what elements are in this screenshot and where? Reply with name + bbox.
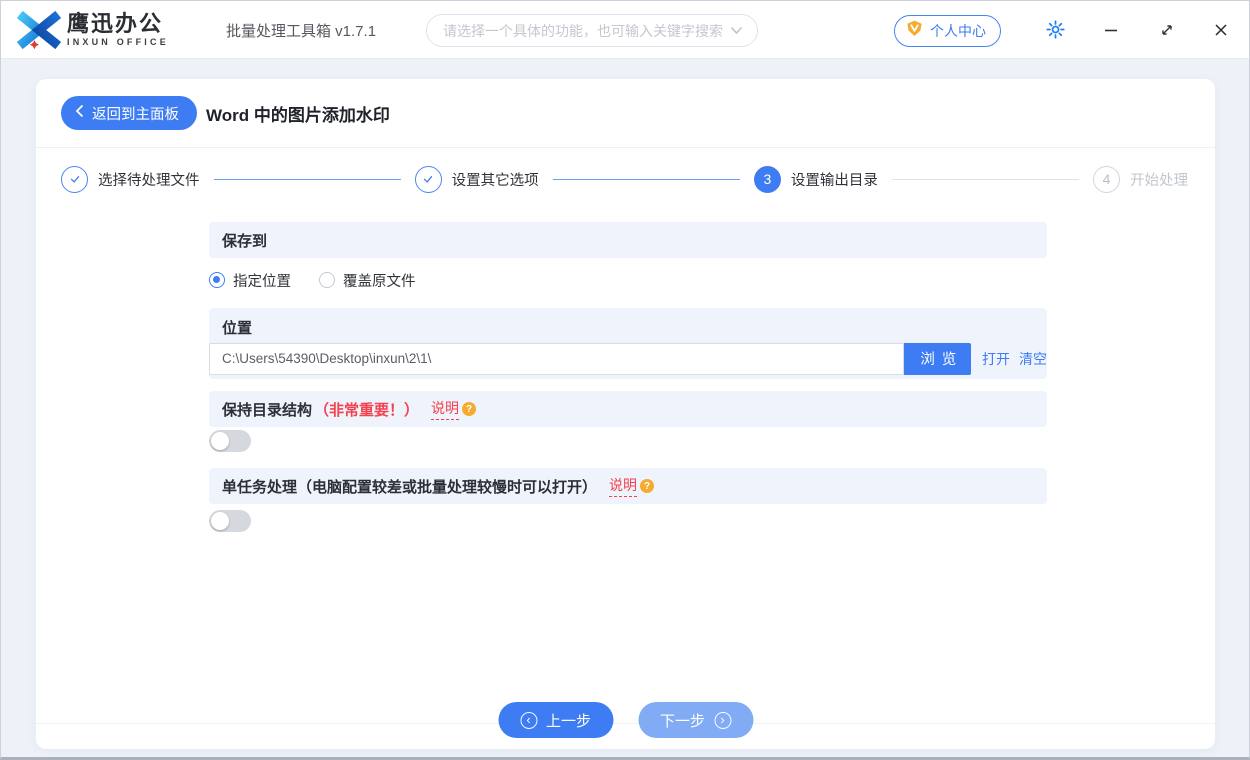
next-step-button[interactable]: 下一步 › bbox=[638, 702, 754, 738]
logo-icon bbox=[17, 8, 61, 52]
step-number: 4 bbox=[1093, 165, 1121, 193]
step-label: 设置输出目录 bbox=[790, 172, 878, 189]
prev-step-label: 上一步 bbox=[545, 712, 591, 730]
brand: 鹰迅办公 INXUN OFFICE bbox=[17, 8, 169, 52]
step-number: 3 bbox=[753, 165, 781, 193]
step-connector bbox=[552, 178, 740, 180]
page-title: Word 中的图片添加水印 bbox=[206, 105, 390, 125]
back-button[interactable]: 返回到主面板 bbox=[61, 96, 197, 130]
step-label: 设置其它选项 bbox=[451, 172, 539, 189]
location-section: 位置 浏览 打开 清空 bbox=[209, 308, 1047, 379]
user-center-button[interactable]: 个人中心 bbox=[894, 15, 1001, 47]
radio-label: 覆盖原文件 bbox=[343, 273, 416, 290]
single-task-help-link[interactable]: 说明 bbox=[609, 475, 638, 497]
user-center-label: 个人中心 bbox=[930, 23, 986, 39]
location-section-header: 位置 bbox=[222, 319, 253, 337]
maximize-icon bbox=[1159, 22, 1175, 41]
back-button-label: 返回到主面板 bbox=[92, 106, 179, 123]
keep-structure-help-link[interactable]: 说明 bbox=[431, 398, 460, 420]
open-folder-link[interactable]: 打开 bbox=[982, 349, 1010, 369]
minimize-icon bbox=[1103, 22, 1119, 41]
radio-specified-location[interactable]: 指定位置 bbox=[209, 270, 291, 291]
save-to-options: 指定位置 覆盖原文件 bbox=[209, 258, 1047, 302]
brand-name: 鹰迅办公 bbox=[67, 11, 164, 36]
footer-buttons: ‹ 上一步 下一步 › bbox=[497, 702, 754, 738]
output-path-input[interactable] bbox=[209, 342, 904, 375]
function-select[interactable]: 请选择一个具体的功能，也可输入关键字搜索！ bbox=[426, 14, 758, 47]
step-indicator: 选择待处理文件 设置其它选项 3 设置输出目录 4 开始处理 bbox=[36, 148, 1215, 210]
step-other-options: 设置其它选项 bbox=[414, 165, 539, 193]
toggle-knob bbox=[211, 512, 229, 530]
main-panel: 返回到主面板 Word 中的图片添加水印 选择待处理文件 设置其它选项 3 设置… bbox=[36, 79, 1215, 749]
toggle-knob bbox=[211, 432, 229, 450]
save-to-section-header: 保存到 bbox=[209, 222, 1047, 258]
app-window: 鹰迅办公 INXUN OFFICE 批量处理工具箱 v1.7.1 请选择一个具体… bbox=[0, 0, 1250, 760]
radio-selected-icon[interactable] bbox=[209, 272, 225, 288]
prev-step-button[interactable]: ‹ 上一步 bbox=[497, 702, 613, 738]
titlebar: 鹰迅办公 INXUN OFFICE 批量处理工具箱 v1.7.1 请选择一个具体… bbox=[1, 1, 1249, 59]
step-label: 选择待处理文件 bbox=[98, 172, 200, 189]
keep-structure-warning: （非常重要！） bbox=[314, 401, 420, 419]
step-done-check-icon bbox=[61, 165, 88, 193]
location-input-row: 浏览 打开 清空 bbox=[209, 342, 1047, 375]
maximize-button[interactable] bbox=[1154, 18, 1180, 44]
close-icon bbox=[1213, 22, 1229, 41]
radio-unselected-icon[interactable] bbox=[319, 272, 335, 288]
question-badge-icon[interactable]: ? bbox=[640, 479, 655, 493]
chevron-down-icon bbox=[724, 22, 743, 40]
single-task-toggle-row bbox=[209, 504, 1047, 532]
close-button[interactable] bbox=[1208, 18, 1234, 44]
keep-structure-title: 保持目录结构 bbox=[222, 401, 313, 419]
keep-structure-section-header: 保持目录结构 （非常重要！） 说明 ? bbox=[209, 391, 1047, 427]
app-title: 批量处理工具箱 v1.7.1 bbox=[226, 22, 377, 40]
step-select-files: 选择待处理文件 bbox=[61, 165, 200, 193]
next-step-label: 下一步 bbox=[660, 712, 706, 730]
clear-path-link[interactable]: 清空 bbox=[1019, 349, 1047, 369]
radio-overwrite-original[interactable]: 覆盖原文件 bbox=[319, 270, 416, 291]
radio-label: 指定位置 bbox=[233, 273, 291, 290]
single-task-title: 单任务处理（电脑配置较差或批量处理较慢时可以打开） bbox=[222, 478, 598, 496]
browse-button[interactable]: 浏览 bbox=[903, 342, 971, 375]
panel-header: 返回到主面板 Word 中的图片添加水印 bbox=[36, 79, 1215, 148]
chevron-left-icon bbox=[75, 104, 84, 122]
keep-structure-toggle-row bbox=[209, 427, 1047, 468]
step-connector bbox=[213, 178, 401, 180]
vip-badge-icon bbox=[905, 19, 924, 43]
minimize-button[interactable] bbox=[1098, 18, 1124, 44]
chevron-left-circle-icon: ‹ bbox=[519, 711, 537, 729]
function-select-placeholder: 请选择一个具体的功能，也可输入关键字搜索！ bbox=[443, 22, 724, 39]
step-done-check-icon bbox=[414, 165, 442, 193]
question-badge-icon[interactable]: ? bbox=[462, 402, 477, 416]
gear-icon bbox=[1045, 19, 1066, 43]
form-content: 保存到 指定位置 覆盖原文件 位置 浏览 打开 清空 bbox=[36, 210, 1215, 532]
step-label: 开始处理 bbox=[1130, 172, 1189, 189]
single-task-toggle[interactable] bbox=[209, 510, 251, 532]
step-connector bbox=[891, 178, 1080, 180]
step-start-processing: 4 开始处理 bbox=[1093, 165, 1189, 193]
step-output-dir: 3 设置输出目录 bbox=[753, 165, 878, 193]
chevron-right-circle-icon: › bbox=[714, 711, 732, 729]
single-task-section-header: 单任务处理（电脑配置较差或批量处理较慢时可以打开） 说明 ? bbox=[209, 468, 1047, 504]
settings-button[interactable] bbox=[1042, 18, 1068, 44]
brand-subname: INXUN OFFICE bbox=[67, 37, 169, 47]
keep-structure-toggle[interactable] bbox=[209, 430, 251, 452]
